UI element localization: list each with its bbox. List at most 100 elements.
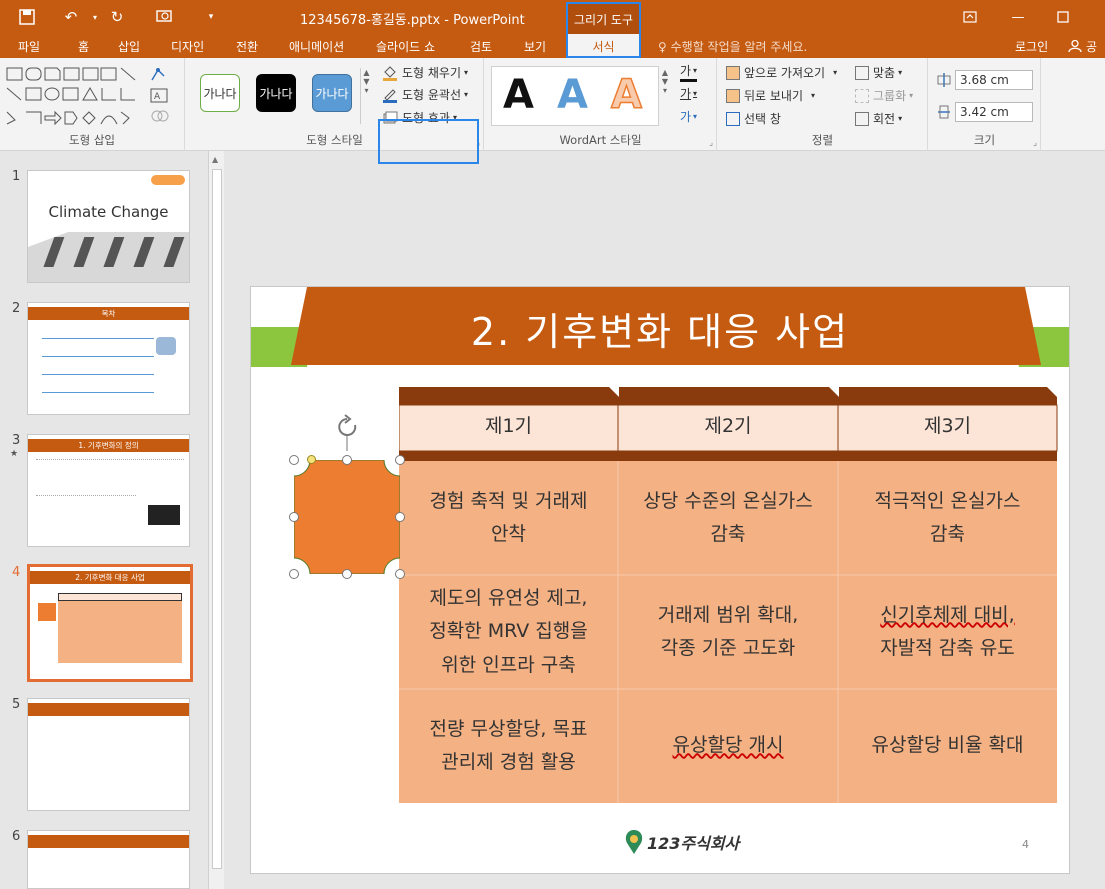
height-icon [937, 72, 951, 88]
undo-dropdown-icon[interactable]: ▾ [84, 6, 106, 28]
adjust-handle[interactable] [307, 455, 316, 464]
table-header-cell[interactable]: 제3기 [838, 401, 1057, 447]
tell-me-box[interactable]: ♀ 수행할 작업을 알려 주세요. [658, 38, 807, 55]
shape-width-input[interactable]: 3.42 cm [955, 102, 1033, 122]
table-cell[interactable]: 유상할당 개시 [618, 689, 838, 803]
tab-design[interactable]: 디자인 [171, 38, 204, 55]
scrollbar-thumb[interactable] [212, 169, 222, 869]
wordart-preset-3[interactable]: A [610, 71, 642, 119]
wordart-preset-2[interactable]: A [557, 72, 588, 118]
text-outline-button[interactable]: 가 ▾ [680, 85, 697, 102]
tab-slideshow[interactable]: 슬라이드 쇼 [376, 38, 435, 55]
title-bar: ↶ ▾ ↻ ▾ 12345678-홍길동.pptx - PowerPoint 그… [0, 0, 1105, 34]
resize-handle[interactable] [395, 455, 405, 465]
thumbnail-slide-1[interactable]: Climate Change [27, 170, 190, 283]
redo-icon[interactable]: ↻ [106, 6, 128, 28]
user-icon [1068, 39, 1082, 53]
save-icon[interactable] [16, 6, 38, 28]
group-button[interactable]: 그룹화 ▾ [855, 87, 913, 104]
tab-animations[interactable]: 애니메이션 [289, 38, 344, 55]
login-link[interactable]: 로그인 [1015, 38, 1048, 55]
thumb-title: 1. 기후변화의 정의 [28, 439, 189, 452]
thumb-title: 목차 [28, 307, 189, 320]
thumbnail-slide-2[interactable]: 목차 [27, 302, 190, 415]
rotate-handle-icon[interactable] [331, 413, 363, 453]
resize-handle[interactable] [342, 569, 352, 579]
minimize-icon[interactable]: — [1003, 4, 1033, 30]
shape-outline-button[interactable]: 도형 윤곽선 ▾ [382, 86, 468, 103]
send-backward-button[interactable]: 뒤로 보내기 ▾ [726, 87, 815, 104]
resize-handle[interactable] [342, 455, 352, 465]
thumbnail-slide-6[interactable] [27, 830, 190, 889]
logo-icon [151, 175, 185, 185]
slide-canvas[interactable]: 2. 기후변화 대응 사업 제1기 제2기 제3기 경험 축적 및 거래제 안착 … [250, 286, 1070, 874]
tab-insert[interactable]: 삽입 [118, 38, 140, 55]
slide-title[interactable]: 2. 기후변화 대응 사업 [251, 301, 1069, 356]
ribbon: A 도형 삽입 가나다 가나다 가나다 ▲ ▼ ▾ 도형 채우기 ▾ 도형 윤곽선 … [0, 58, 1105, 164]
page-number: 4 [1022, 838, 1029, 851]
selection-pane-button[interactable]: 선택 창 [726, 110, 781, 127]
thumbnail-slide-3[interactable]: 1. 기후변화의 정의 [27, 434, 190, 547]
shape-style-preset-3[interactable]: 가나다 [312, 74, 352, 112]
shape-style-preset-1[interactable]: 가나다 [200, 74, 240, 112]
align-button[interactable]: 맞춤 ▾ [855, 64, 902, 81]
table-cell[interactable]: 적극적인 온실가스 감축 [838, 461, 1057, 575]
table-cell[interactable]: 상당 수준의 온실가스 감축 [618, 461, 838, 575]
text-effects-button[interactable]: 가 ▾ [680, 108, 697, 125]
resize-handle[interactable] [289, 569, 299, 579]
table-cell[interactable]: 신기후체제 대비, 자발적 감축 유도 [838, 575, 1057, 689]
resize-handle[interactable] [289, 455, 299, 465]
selected-shape[interactable] [294, 460, 400, 574]
resize-handle[interactable] [395, 569, 405, 579]
dialog-launcher-icon[interactable]: ⌟ [709, 138, 713, 147]
bring-forward-button[interactable]: 앞으로 가져오기 ▾ [726, 64, 837, 81]
merge-shapes-icon[interactable] [150, 108, 172, 124]
thumbnail-slide-4[interactable]: 2. 기후변화 대응 사업 [27, 564, 193, 682]
ribbon-display-icon[interactable] [955, 4, 985, 30]
scroll-up-icon[interactable]: ▲ [212, 155, 218, 164]
table-cell[interactable]: 유상할당 비율 확대 [838, 689, 1057, 803]
table-header-cell[interactable]: 제1기 [399, 401, 618, 447]
undo-icon[interactable]: ↶ [60, 6, 82, 28]
table-header-cell[interactable]: 제2기 [618, 401, 838, 447]
resize-handle[interactable] [289, 512, 299, 522]
thumb-number: 4 [12, 565, 21, 580]
table-cell[interactable]: 제도의 유연성 제고, 정확한 MRV 집행을 위한 인프라 구축 [399, 575, 618, 689]
rotate-button[interactable]: 회전 ▾ [855, 110, 902, 127]
wordart-preset-1[interactable]: A [503, 72, 534, 118]
tab-format[interactable]: 서식 [566, 34, 641, 58]
share-button[interactable]: 공유 [1066, 36, 1105, 71]
thumbnail-scrollbar[interactable]: ▲ [208, 151, 224, 889]
lightbulb-icon: ♀ [658, 40, 671, 54]
table-cell[interactable]: 전량 무상할당, 목표 관리제 경험 활용 [399, 689, 618, 803]
shape-fill-button[interactable]: 도형 채우기 ▾ [382, 64, 468, 81]
shape-height-input[interactable]: 3.68 cm [955, 70, 1033, 90]
shape-thumb-icon [38, 603, 56, 621]
tab-home[interactable]: 홈 [78, 38, 89, 55]
thumb-number: 6 [12, 829, 21, 844]
thumbnail-slide-5[interactable] [27, 698, 190, 811]
tab-file[interactable]: 파일 [18, 38, 40, 55]
table-cell[interactable]: 경험 축적 및 거래제 안착 [399, 461, 618, 575]
edit-shape-icon[interactable] [150, 66, 172, 82]
align-icon [855, 65, 869, 80]
tab-review[interactable]: 검토 [470, 38, 492, 55]
tab-view[interactable]: 보기 [524, 38, 546, 55]
text-box-icon[interactable]: A [150, 88, 172, 104]
wordart-gallery-scroll[interactable]: ▲ ▼ ▾ [659, 68, 671, 124]
shape-gallery[interactable] [5, 64, 143, 130]
start-from-beginning-icon[interactable] [154, 6, 176, 28]
text-fill-button[interactable]: 가 ▾ [680, 62, 698, 82]
tab-transitions[interactable]: 전환 [236, 38, 258, 55]
svg-text:A: A [154, 92, 161, 102]
table-cell[interactable]: 거래제 범위 확대, 각종 기준 고도화 [618, 575, 838, 689]
ribbon-tab-bar: 파일 홈 삽입 디자인 전환 애니메이션 슬라이드 쇼 검토 보기 서식 ♀ 수… [0, 34, 1105, 71]
dialog-launcher-icon[interactable]: ⌟ [1033, 138, 1037, 147]
style-gallery-scroll[interactable]: ▲ ▼ ▾ [360, 68, 372, 124]
customize-toolbar-icon[interactable]: ▾ [200, 6, 222, 28]
resize-handle[interactable] [395, 512, 405, 522]
paint-bucket-icon [383, 65, 397, 81]
thumb-title: 2. 기후변화 대응 사업 [30, 571, 190, 584]
maximize-icon[interactable] [1048, 4, 1078, 30]
shape-style-preset-2[interactable]: 가나다 [256, 74, 296, 112]
